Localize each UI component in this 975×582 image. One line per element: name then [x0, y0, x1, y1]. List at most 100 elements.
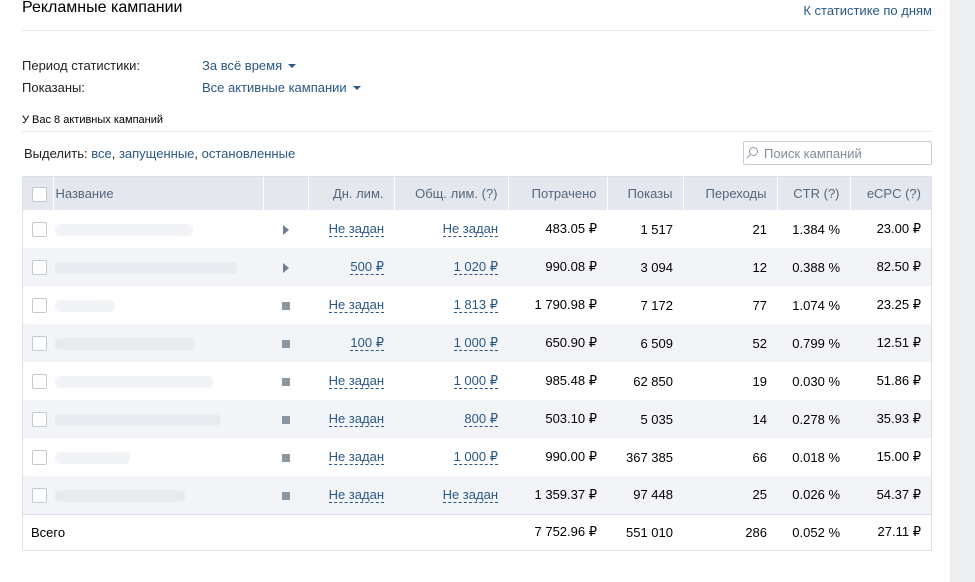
active-campaigns-count: У Вас 8 активных кампаний: [22, 114, 164, 126]
impressions-cell: 62 850: [633, 373, 673, 389]
daily-limit-link[interactable]: Не задан: [328, 222, 384, 237]
search-input[interactable]: [764, 143, 928, 163]
daily-limit-cell: Не задан: [308, 362, 394, 400]
stop-icon[interactable]: [281, 454, 290, 463]
select-all-checkbox[interactable]: [32, 186, 47, 202]
stop-icon[interactable]: [281, 491, 290, 500]
total-limit-link[interactable]: Не задан: [442, 222, 498, 237]
play-icon[interactable]: [282, 225, 289, 236]
stop-icon[interactable]: [281, 416, 290, 425]
status-cell: [263, 362, 308, 400]
shown-dropdown[interactable]: Все активные кампании: [202, 80, 361, 95]
daily-limit-cell: Не задан: [308, 286, 394, 324]
select-filter: Выделить: все, запущенные, остановленные: [24, 146, 296, 161]
table-row[interactable]: Не задан 1 000 ₽ 985.48 ₽ 62 850 19 0.030 % 51…: [23, 362, 931, 400]
table-row[interactable]: Не задан 1 813 ₽ 1 790.98 ₽ 7 172 77 1.074 % 2…: [23, 286, 931, 324]
spent-cell: 1 359.37 ₽: [508, 476, 607, 514]
row-checkbox[interactable]: [32, 412, 47, 428]
row-checkbox[interactable]: [32, 298, 47, 314]
col-ctr[interactable]: CTR (?): [776, 177, 850, 210]
total-limit-link[interactable]: 1 813 ₽: [453, 298, 498, 313]
daily-limit-cell: 500 ₽: [308, 248, 394, 286]
row-checkbox[interactable]: [32, 374, 47, 390]
stop-icon[interactable]: [281, 302, 290, 311]
stop-icon[interactable]: [281, 340, 290, 349]
stop-icon[interactable]: [281, 378, 290, 387]
campaign-name[interactable]: [53, 362, 263, 400]
table-row[interactable]: 100 ₽ 1 000 ₽ 650.90 ₽6 509 52 0.799 % 12.51 …: [23, 324, 931, 362]
total-limit-link[interactable]: 1 000 ₽: [453, 374, 498, 389]
daily-limit-link[interactable]: Не задан: [328, 298, 384, 313]
clicks-cell: 77: [752, 297, 767, 313]
row-checkbox[interactable]: [32, 487, 47, 503]
row-checkbox[interactable]: [32, 260, 47, 276]
daily-limit-link[interactable]: 100 ₽: [350, 336, 384, 351]
daily-limit-link[interactable]: 500 ₽: [350, 260, 384, 275]
total-clicks: 286: [683, 513, 777, 550]
row-checkbox[interactable]: [32, 450, 47, 466]
col-spent[interactable]: Потрачено: [507, 177, 607, 210]
total-limit-link[interactable]: 1 020 ₽: [453, 260, 498, 275]
play-icon[interactable]: [282, 263, 289, 274]
redacted-name: [55, 338, 195, 351]
row-checkbox-cell: [23, 286, 53, 324]
total-spent: 7 752.96 ₽: [508, 513, 607, 550]
col-ecpc[interactable]: eCPC (?): [849, 177, 931, 210]
daily-stats-link[interactable]: К статистике по дням: [803, 3, 932, 18]
table-row[interactable]: 500 ₽ 1 020 ₽ 990.08 ₽3 094 12 0.388 % 82.50 …: [23, 248, 931, 286]
total-limit-link[interactable]: Не задан: [442, 487, 498, 503]
total-limit-link[interactable]: 800 ₽: [464, 412, 498, 427]
daily-limit-link[interactable]: Не задан: [328, 487, 384, 503]
table-row[interactable]: Не задан Не задан 483.05 ₽ 1 517 21 1.384 % 23…: [23, 210, 931, 248]
redacted-name: [55, 300, 115, 313]
period-dropdown[interactable]: За всё время: [202, 58, 297, 73]
ecpc-cell: 15.00 ₽: [876, 449, 921, 464]
daily-limit-link[interactable]: Не задан: [328, 412, 384, 427]
select-running-link[interactable]: запущенные: [119, 146, 194, 161]
ctr-cell: 0.278 %: [777, 400, 850, 438]
impressions-cell: 97 448: [607, 476, 683, 514]
campaign-name[interactable]: [53, 476, 263, 514]
select-stopped-link[interactable]: остановленные: [202, 146, 296, 161]
redacted-name: [55, 452, 130, 465]
row-checkbox-cell: [23, 248, 53, 286]
total-limit-link[interactable]: 1 000 ₽: [453, 336, 498, 351]
col-impressions[interactable]: Показы: [606, 177, 683, 210]
col-total-limit[interactable]: Общ. лим. (?): [393, 177, 508, 210]
col-daily-limit[interactable]: Дн. лим.: [307, 177, 394, 210]
campaign-name[interactable]: [53, 324, 263, 362]
row-checkbox-cell: [23, 324, 53, 362]
daily-limit-link[interactable]: Не задан: [328, 450, 384, 465]
campaign-name[interactable]: [53, 438, 263, 476]
ctr-cell: 0.388 %: [777, 248, 850, 286]
spent-cell: 990.08 ₽: [508, 248, 607, 286]
campaign-name[interactable]: [53, 248, 263, 286]
col-clicks[interactable]: Переходы: [682, 177, 777, 210]
row-checkbox[interactable]: [32, 222, 47, 238]
select-all-link[interactable]: все: [91, 146, 112, 161]
table-row[interactable]: Не задан 1 000 ₽ 990.00 ₽ 367 385 66 0.018 % 1…: [23, 438, 931, 476]
select-all-checkbox-cell: [23, 177, 53, 210]
ecpc-cell: 23.25 ₽: [876, 297, 921, 312]
col-name[interactable]: Название: [52, 177, 263, 210]
select-label: Выделить:: [24, 146, 88, 161]
table-header-row: Название Дн. лим. Общ. лим. (?) Потрачен…: [23, 177, 931, 210]
status-cell: [263, 476, 308, 514]
row-checkbox[interactable]: [32, 336, 47, 352]
campaign-name[interactable]: [53, 210, 263, 248]
status-cell: [263, 286, 308, 324]
spent-cell: 1 790.98 ₽: [534, 297, 598, 312]
status-cell: [263, 438, 308, 476]
total-limit-link[interactable]: 1 000 ₽: [453, 450, 498, 465]
ecpc-cell: 51.86 ₽: [876, 373, 921, 388]
table-row[interactable]: Не задан 800 ₽ 503.10 ₽5 035 14 0.278 % 35.93…: [23, 400, 931, 438]
impressions-cell: 3 094: [607, 248, 683, 286]
campaign-name[interactable]: [53, 400, 263, 438]
period-label: Период статистики:: [22, 58, 140, 73]
daily-limit-link[interactable]: Не задан: [328, 374, 384, 389]
shown-label: Показаны:: [22, 80, 85, 95]
table-row[interactable]: Не задан Не задан 1 359.37 ₽97 448 25 0.026 …: [23, 476, 931, 514]
ecpc-cell: 12.51 ₽: [850, 324, 931, 362]
campaign-name[interactable]: [53, 286, 263, 324]
clicks-cell: 66: [752, 449, 767, 465]
